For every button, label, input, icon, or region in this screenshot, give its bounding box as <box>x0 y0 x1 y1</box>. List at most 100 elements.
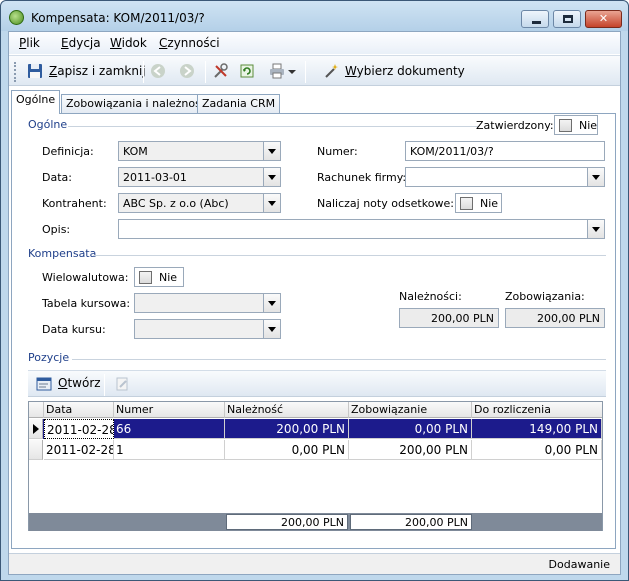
cell-to-settle[interactable]: 149,00 PLN <box>472 419 602 439</box>
status-bar: Dodawanie <box>9 553 620 574</box>
description-field[interactable] <box>118 219 605 239</box>
print-icon[interactable] <box>269 63 285 79</box>
tab-general[interactable]: Ogólne <box>11 90 61 114</box>
maximize-icon <box>563 15 573 23</box>
chevron-down-icon <box>268 327 276 332</box>
row-indicator <box>29 419 43 439</box>
date-dropdown-button[interactable] <box>263 168 280 186</box>
title-bar[interactable]: Kompensata: KOM/2011/03/? ✕ <box>1 1 628 31</box>
rate-date-dropdown-button[interactable] <box>263 320 280 338</box>
contractor-select[interactable]: ABC Sp. z o.o (Abc) <box>118 193 281 213</box>
receivables-label: Należności: <box>399 290 462 303</box>
description-dropdown-button[interactable] <box>587 220 604 238</box>
liabilities-total: 200,00 PLN <box>505 308 605 328</box>
main-toolbar: Zapisz i zamknij Wybierz dokumenty <box>9 55 620 86</box>
row-indicator <box>29 440 43 460</box>
interest-notes-value: Nie <box>480 197 499 210</box>
general-tab-panel: Ogólne Zatwierdzony: Nie Definicja: KOM … <box>11 113 616 549</box>
tab-liabilities-receivables[interactable]: Zobowiązania i należności <box>61 94 215 113</box>
cell-date[interactable]: 2011-02-28 <box>44 440 114 460</box>
minimize-icon <box>532 21 541 24</box>
window-title: Kompensata: KOM/2011/03/? <box>31 11 205 25</box>
tab-crm-tasks[interactable]: Zadania CRM <box>197 94 281 113</box>
column-header-number[interactable]: Numer <box>114 402 225 418</box>
grid-header-indicator <box>29 402 44 418</box>
save-close-label: apisz i zamknij <box>57 64 146 78</box>
column-header-receivable[interactable]: Należność <box>225 402 349 418</box>
column-header-to-settle[interactable]: Do rozliczenia <box>472 402 602 418</box>
cell-receivable[interactable]: 200,00 PLN <box>225 419 349 439</box>
menu-czynnosci[interactable]: Czynności <box>159 36 220 50</box>
refresh-icon[interactable] <box>239 63 255 79</box>
contractor-dropdown-button[interactable] <box>263 194 280 212</box>
interest-notes-checkbox[interactable]: Nie <box>455 193 502 213</box>
chevron-down-icon <box>268 175 276 180</box>
section-divider <box>94 255 606 256</box>
cell-liability[interactable]: 0,00 PLN <box>349 419 472 439</box>
positions-grid: Data Numer Należność Zobowiązanie Do roz… <box>28 401 603 531</box>
approved-checkbox[interactable]: Nie <box>554 115 598 135</box>
footer-total-receivable: 200,00 PLN <box>226 514 348 530</box>
positions-section-title: Pozycje <box>28 351 70 364</box>
cell-receivable[interactable]: 0,00 PLN <box>225 440 349 460</box>
number-field[interactable]: KOM/2011/03/? <box>405 141 605 161</box>
section-divider <box>72 359 606 360</box>
number-label: Numer: <box>317 145 358 158</box>
magic-wand-icon <box>325 64 338 78</box>
cell-liability[interactable]: 200,00 PLN <box>349 440 472 460</box>
chevron-down-icon <box>268 149 276 154</box>
compensation-section-title: Kompensata <box>28 247 97 260</box>
edit-icon[interactable] <box>114 376 130 392</box>
chevron-down-icon <box>592 227 600 232</box>
rate-table-select[interactable] <box>134 293 281 313</box>
multicurrency-label: Wielowalutowa: <box>42 271 129 284</box>
company-account-select[interactable] <box>405 167 605 187</box>
table-row[interactable]: 2011-02-28 1 0,00 PLN 200,00 PLN 0,00 PL… <box>29 440 602 460</box>
open-button[interactable]: Otwórz <box>58 376 101 390</box>
multicurrency-value: Nie <box>159 271 178 284</box>
toolbar-separator <box>104 374 105 396</box>
menu-widok[interactable]: Widok <box>110 36 147 50</box>
column-header-liability[interactable]: Zobowiązanie <box>349 402 472 418</box>
cell-number[interactable]: 66 <box>114 419 225 439</box>
forward-icon[interactable] <box>179 63 195 79</box>
cell-date[interactable]: 2011-02-28 <box>44 419 114 439</box>
save-close-accel: Z <box>49 64 58 78</box>
toolbar-grip[interactable] <box>14 62 17 82</box>
cell-number[interactable]: 1 <box>114 440 225 460</box>
rate-date-picker[interactable] <box>134 319 281 339</box>
column-header-date[interactable]: Data <box>44 402 114 418</box>
close-button[interactable]: ✕ <box>585 10 622 28</box>
table-row[interactable]: 2011-02-28 66 200,00 PLN 0,00 PLN 149,00… <box>29 419 602 439</box>
definition-select[interactable]: KOM <box>118 141 281 161</box>
save-close-button[interactable]: Zapisz i zamknij <box>49 64 146 78</box>
chevron-down-icon <box>592 175 600 180</box>
select-documents-accel: W <box>345 64 357 78</box>
print-dropdown-icon[interactable] <box>287 63 297 79</box>
definition-value: KOM <box>123 145 148 158</box>
close-icon: ✕ <box>598 12 609 25</box>
interest-notes-label: Naliczaj noty odsetkowe: <box>317 197 454 210</box>
menu-edycja[interactable]: Edycja <box>61 36 101 50</box>
definition-dropdown-button[interactable] <box>263 142 280 160</box>
client-area: Plik Edycja Widok Czynności Zapisz i zam… <box>8 31 621 575</box>
date-picker[interactable]: 2011-03-01 <box>118 167 281 187</box>
maximize-button[interactable] <box>553 10 581 28</box>
menu-plik-label: lik <box>26 36 40 50</box>
cell-to-settle[interactable]: 0,00 PLN <box>472 440 602 460</box>
menu-plik[interactable]: Plik <box>19 36 40 50</box>
rate-table-label: Tabela kursowa: <box>42 297 131 310</box>
multicurrency-checkbox[interactable]: Nie <box>134 267 184 287</box>
rate-table-dropdown-button[interactable] <box>263 294 280 312</box>
tab-strip: Ogólne Zobowiązania i należności Zadania… <box>9 87 620 114</box>
grid-footer: 200,00 PLN 200,00 PLN <box>29 513 602 531</box>
description-label: Opis: <box>42 223 71 236</box>
company-account-dropdown-button[interactable] <box>587 168 604 186</box>
tools-icon[interactable] <box>213 63 229 79</box>
date-label: Data: <box>42 171 72 184</box>
select-documents-button[interactable]: Wybierz dokumenty <box>345 64 465 78</box>
toolbar-separator <box>305 61 306 83</box>
menu-czynnosci-label: zynności <box>167 36 220 50</box>
back-icon[interactable] <box>150 63 166 79</box>
minimize-button[interactable] <box>521 10 549 28</box>
